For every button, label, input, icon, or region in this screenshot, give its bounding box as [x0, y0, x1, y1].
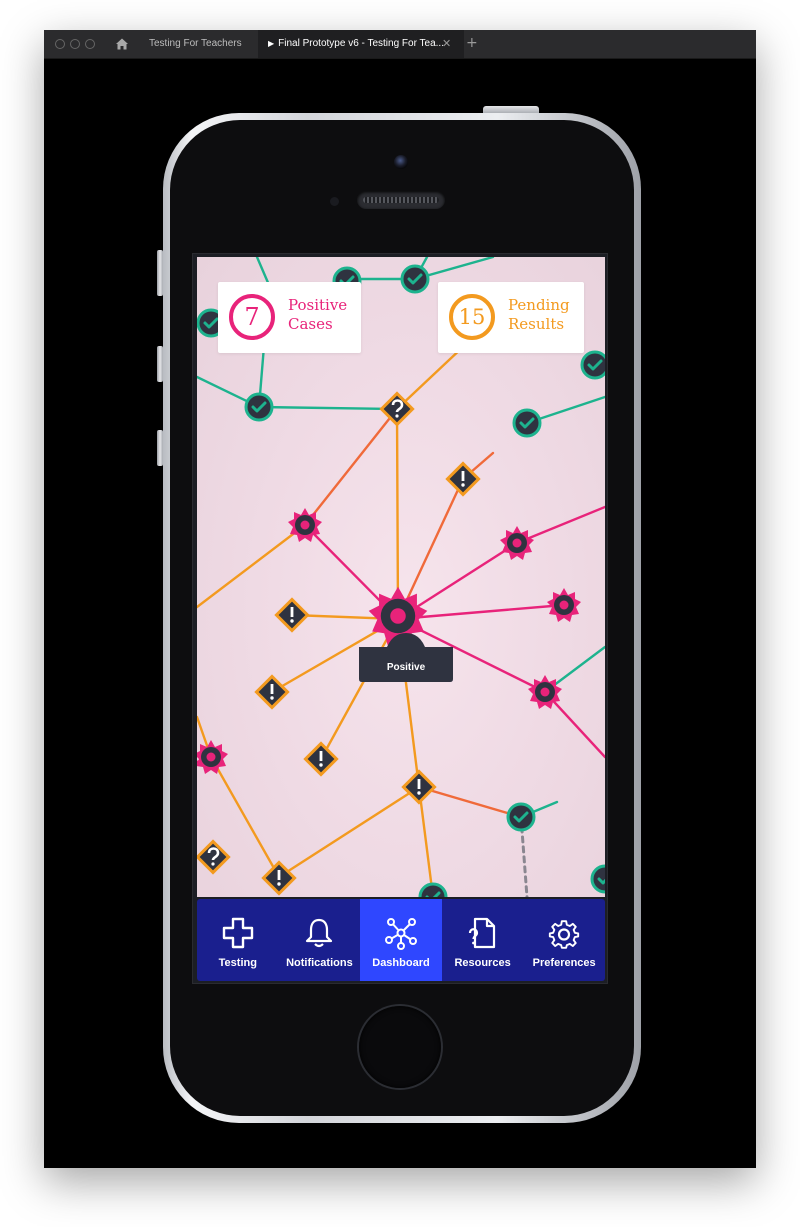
nav-item-resources[interactable]: Resources [442, 899, 524, 981]
nav-label: Preferences [532, 957, 596, 969]
negative-node[interactable] [244, 392, 274, 422]
play-icon: ▶ [268, 39, 275, 48]
unknown-node[interactable] [197, 839, 231, 875]
positive-cases-label: Positive Cases [288, 296, 360, 334]
pending-node[interactable] [254, 674, 290, 710]
pending-node[interactable] [261, 860, 297, 896]
nav-item-notifications[interactable]: Notifications [279, 899, 361, 981]
tab-label: Final Prototype v6 - Testing For Tea... [278, 38, 444, 49]
positive-node[interactable] [500, 526, 534, 560]
negative-node[interactable] [506, 802, 536, 832]
document-question-icon [468, 917, 495, 949]
negative-node[interactable] [512, 408, 542, 438]
pending-count-ring: 15 [449, 294, 495, 340]
pending-node[interactable] [303, 741, 339, 777]
nav-item-testing[interactable]: Testing [197, 899, 279, 981]
negative-node[interactable] [418, 882, 448, 897]
nav-item-preferences[interactable]: Preferences [523, 899, 605, 981]
nav-label: Testing [218, 957, 257, 969]
positive-cases-card[interactable]: 7 Positive Cases [218, 282, 361, 353]
phone-screen: 7 Positive Cases 15 Pending Results Posi… [192, 253, 608, 984]
label-line: Results [508, 315, 565, 333]
pending-node[interactable] [274, 597, 310, 633]
minimize-window-icon[interactable] [70, 39, 80, 49]
label-line: Cases [288, 315, 333, 333]
earpiece-speaker [357, 191, 445, 209]
plus-cross-icon [222, 917, 253, 949]
bell-icon [306, 918, 333, 948]
label-line: Positive [288, 296, 348, 314]
pending-node[interactable] [401, 769, 437, 805]
positive-node[interactable] [197, 740, 228, 774]
pending-results-card[interactable]: 15 Pending Results [438, 282, 584, 353]
phone-home-button[interactable] [359, 1006, 441, 1088]
network-edges [197, 257, 605, 897]
network-icon [384, 918, 417, 950]
node-status-tooltip: Positive [359, 629, 453, 682]
network-nodes [197, 264, 605, 897]
nav-label: Resources [454, 957, 511, 969]
positive-count-ring: 7 [229, 294, 275, 340]
gear-icon [549, 920, 580, 949]
pending-results-label: Pending Results [508, 296, 580, 334]
nav-label: Notifications [286, 957, 353, 969]
negative-node[interactable] [590, 864, 605, 894]
tab-label: Testing For Teachers [149, 38, 242, 49]
negative-node[interactable] [580, 350, 605, 380]
close-tab-icon[interactable]: ✕ [442, 30, 451, 58]
home-icon[interactable] [115, 37, 129, 51]
close-window-icon[interactable] [55, 39, 65, 49]
tab-testing-for-teachers[interactable]: Testing For Teachers [140, 30, 264, 58]
contact-network-map[interactable]: 7 Positive Cases 15 Pending Results Posi… [197, 257, 605, 897]
tooltip-label: Positive [386, 662, 426, 673]
nav-label: Dashboard [372, 957, 430, 969]
browser-titlebar: Testing For Teachers ▶ Final Prototype v6… [44, 30, 756, 59]
tooltip-shape [359, 633, 453, 682]
positive-node[interactable] [547, 588, 581, 622]
network-graph [197, 257, 605, 897]
maximize-window-icon[interactable] [85, 39, 95, 49]
bottom-nav-bar: Testing Notifications Dashboard Resource… [197, 899, 605, 981]
nav-item-dashboard[interactable]: Dashboard [360, 899, 442, 981]
front-camera [394, 155, 408, 169]
proximity-sensor [330, 197, 339, 206]
new-tab-button[interactable]: + [466, 30, 478, 58]
tab-final-prototype[interactable]: ▶ Final Prototype v6 - Testing For Tea... [258, 30, 464, 58]
label-line: Pending [508, 296, 570, 314]
negative-node[interactable] [400, 264, 430, 294]
